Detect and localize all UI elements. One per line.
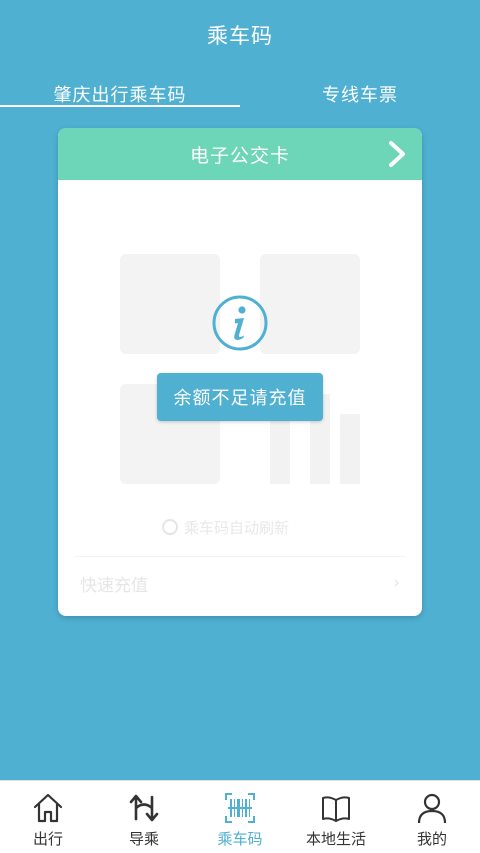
radio-icon[interactable]: [162, 519, 178, 535]
qr-code-placeholder: [120, 254, 360, 486]
nav-item-travel[interactable]: 出行: [0, 781, 96, 853]
auto-refresh-label: 乘车码自动刷新: [184, 518, 290, 537]
app-header: 乘车码: [0, 0, 480, 70]
card-header[interactable]: 电子公交卡: [58, 128, 422, 180]
nav-label: 导乘: [128, 830, 159, 848]
nav-item-guide[interactable]: 导乘: [96, 781, 192, 853]
divider: [74, 556, 406, 557]
user-icon: [417, 793, 447, 824]
nav-label: 本地生活: [305, 830, 366, 848]
quick-recharge-label: 快速充值: [80, 575, 148, 596]
home-icon: [33, 793, 63, 823]
nav-label: 出行: [32, 830, 63, 848]
auto-refresh-option[interactable]: 乘车码自动刷新: [162, 516, 289, 538]
insufficient-balance-recharge-button[interactable]: 余额不足请充值: [157, 373, 323, 421]
tab-special-line-ticket[interactable]: 专线车票: [240, 78, 480, 110]
bus-card-panel: 电子公交卡 余额不足请充值 乘车码自动刷新 快速充值 ›: [58, 128, 422, 616]
chevron-right-icon: ›: [393, 573, 400, 593]
card-title: 电子公交卡: [189, 144, 290, 167]
chevron-right-icon[interactable]: [384, 140, 410, 168]
quick-recharge-row[interactable]: 快速充值 ›: [80, 568, 400, 598]
nav-item-local-life[interactable]: 本地生活: [288, 781, 384, 853]
barcode-scan-icon: [225, 793, 255, 823]
bottom-navigation: 出行 导乘 乘车码 本地生活 我的: [0, 780, 480, 853]
book-icon: [322, 796, 350, 822]
info-icon: [212, 295, 268, 351]
nav-item-mine[interactable]: 我的: [384, 781, 480, 853]
nav-label: 我的: [416, 830, 447, 848]
active-tab-indicator: [0, 105, 240, 107]
route-icon: [129, 794, 159, 822]
page-title: 乘车码: [207, 24, 273, 48]
nav-item-ride-code[interactable]: 乘车码: [192, 781, 288, 853]
nav-label: 乘车码: [217, 830, 263, 848]
